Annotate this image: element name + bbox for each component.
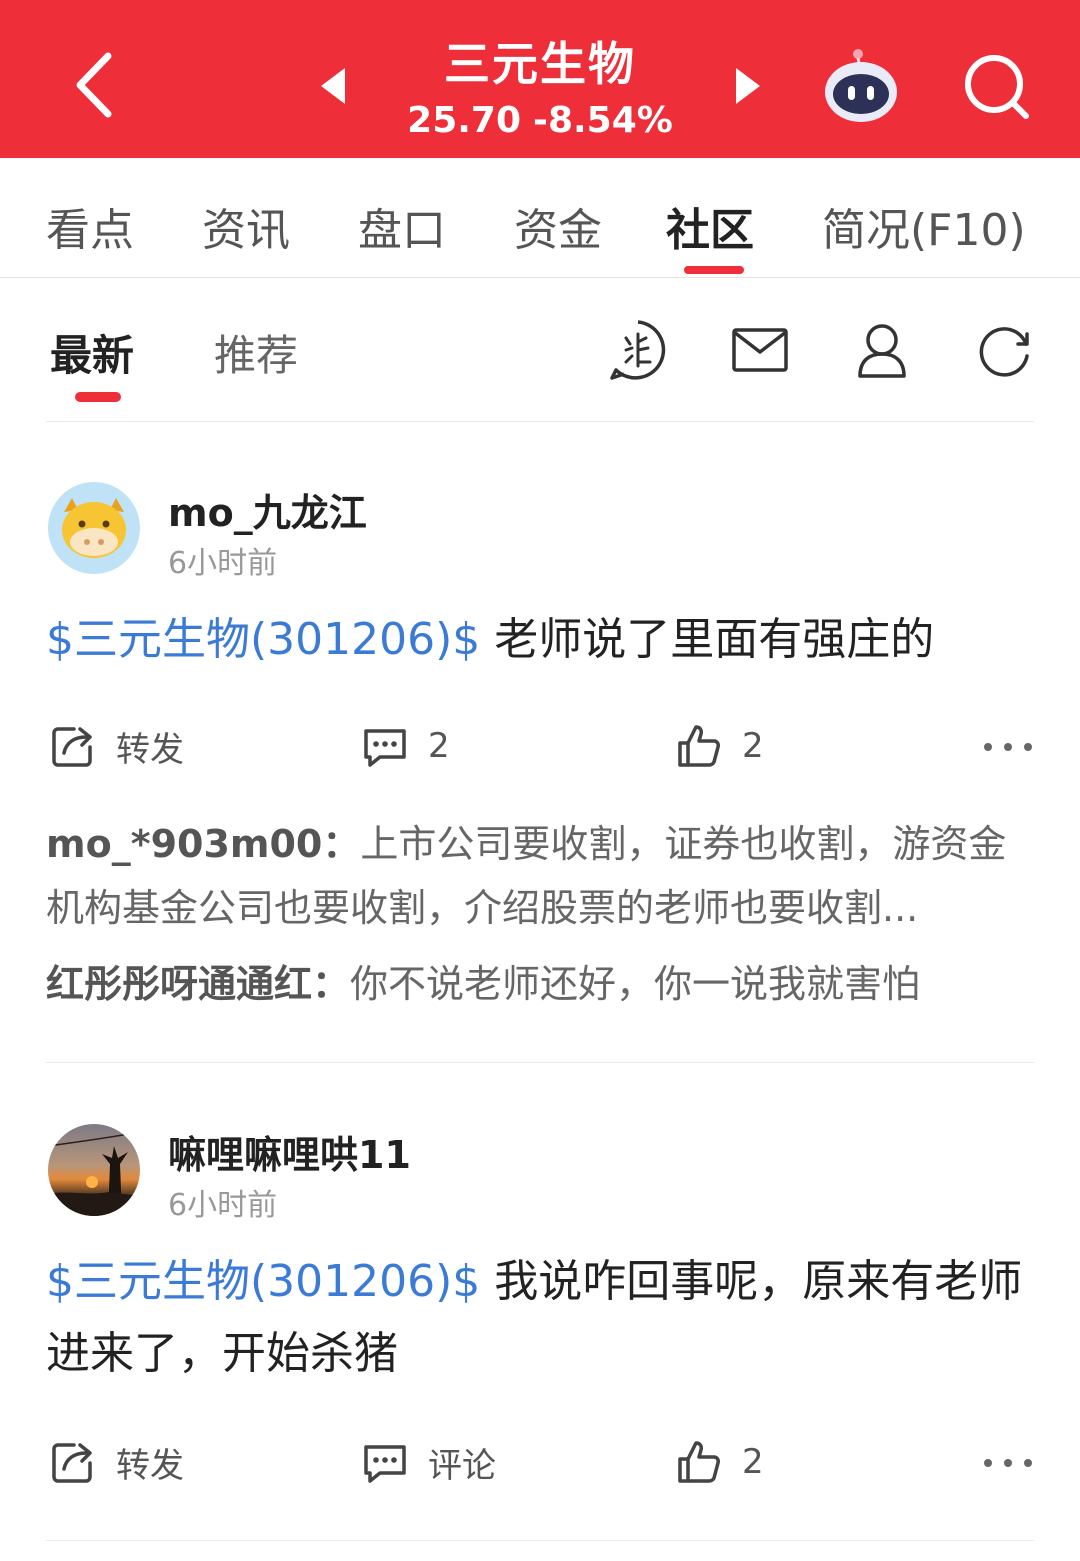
stock-quote: 25.70 -8.54% [380, 100, 700, 141]
divider [46, 1062, 1034, 1063]
tab-capital[interactable]: 资金 [514, 194, 602, 258]
comment-preview[interactable]: 红彤彤呀通通红：你不说老师还好，你一说我就害怕 [46, 952, 1036, 1016]
forward-label: 转发 [116, 729, 184, 770]
comment-preview[interactable]: mo_*903m00：上市公司要收割，证券也收割，游资金机构基金公司也要收割，介… [46, 812, 1036, 940]
mail-icon [732, 328, 788, 372]
comment-count: 2 [428, 726, 450, 766]
active-tab-indicator [684, 266, 744, 274]
app-header: 三元生物 25.70 -8.54% [0, 0, 1080, 158]
comment-icon [364, 1445, 406, 1483]
refresh-icon [979, 327, 1029, 377]
like-count: 2 [742, 1442, 764, 1482]
avatar[interactable] [48, 1124, 140, 1216]
robot-icon [825, 49, 897, 122]
community-badge-button[interactable] [606, 318, 670, 382]
divider [46, 1540, 1034, 1541]
more-dots-icon [984, 743, 1032, 751]
main-tabs: 看点 资讯 盘口 资金 社区 简况(F10) [0, 158, 1080, 278]
stock-name: 三元生物 [444, 37, 636, 91]
comment-author[interactable]: 红彤彤呀通通红： [46, 962, 350, 1006]
like-button[interactable]: 2 [674, 718, 764, 774]
tab-profile-f10[interactable]: 简况(F10) [822, 194, 1026, 258]
assistant-robot-button[interactable] [818, 46, 904, 126]
post-content[interactable]: $三元生物(301206)$ 老师说了里面有强庄的 [46, 604, 1036, 676]
comment-icon [364, 729, 406, 767]
like-button[interactable]: 2 [674, 1434, 764, 1490]
messages-button[interactable] [728, 318, 792, 382]
search-button[interactable] [962, 52, 1032, 122]
thumbs-up-icon [678, 1441, 720, 1483]
community-badge-icon [610, 320, 666, 380]
my-profile-button[interactable] [850, 318, 914, 382]
tab-community[interactable]: 社区 [666, 194, 754, 258]
post-time: 6小时前 [168, 546, 278, 581]
back-button[interactable] [60, 40, 130, 130]
post-author[interactable]: mo_九龙江 [168, 482, 367, 537]
stock-price: 25.70 [407, 100, 522, 141]
forward-button[interactable]: 转发 [48, 1434, 184, 1490]
active-subtab-indicator [75, 392, 121, 402]
comment-button[interactable]: 评论 [360, 1434, 496, 1490]
post-author[interactable]: 嘛哩嘛哩哄11 [168, 1124, 411, 1179]
more-options-button[interactable] [980, 1448, 1036, 1478]
subtab-latest[interactable]: 最新 [50, 322, 134, 383]
tab-news[interactable]: 资讯 [202, 194, 290, 258]
next-stock-button[interactable] [726, 62, 766, 110]
stock-tag-link[interactable]: $三元生物(301206)$ [46, 1256, 480, 1307]
comment-button[interactable]: 2 [360, 718, 450, 774]
comment-text: 你不说老师还好，你一说我就害怕 [350, 962, 921, 1006]
subtab-recommended[interactable]: 推荐 [214, 322, 298, 383]
prev-stock-button[interactable] [315, 62, 355, 110]
cow-avatar-icon [62, 498, 126, 558]
refresh-button[interactable] [972, 318, 1036, 382]
post-text: 老师说了里面有强庄的 [480, 614, 935, 665]
comment-author[interactable]: mo_*903m00： [46, 822, 360, 866]
divider [46, 421, 1034, 422]
thumbs-up-icon [678, 725, 720, 767]
like-count: 2 [742, 726, 764, 766]
triangle-left-icon [321, 68, 345, 104]
share-icon [52, 727, 92, 767]
tab-orderbook[interactable]: 盘口 [358, 194, 446, 258]
forward-button[interactable]: 转发 [48, 718, 184, 774]
share-icon [52, 1443, 92, 1483]
comment-label: 评论 [428, 1445, 496, 1486]
avatar[interactable] [48, 482, 140, 574]
post-content[interactable]: $三元生物(301206)$ 我说咋回事呢，原来有老师进来了，开始杀猪 [46, 1246, 1036, 1390]
user-icon [858, 324, 906, 378]
more-dots-icon [984, 1459, 1032, 1467]
forward-label: 转发 [116, 1445, 184, 1486]
stock-tag-link[interactable]: $三元生物(301206)$ [46, 614, 480, 665]
tab-highlights[interactable]: 看点 [46, 194, 134, 258]
chevron-left-icon [76, 52, 112, 118]
triangle-right-icon [736, 68, 760, 104]
search-icon [965, 55, 1029, 119]
post-time: 6小时前 [168, 1188, 278, 1223]
more-options-button[interactable] [980, 732, 1036, 762]
sunset-avatar-icon [48, 1131, 140, 1216]
stock-change: -8.54% [533, 100, 673, 141]
